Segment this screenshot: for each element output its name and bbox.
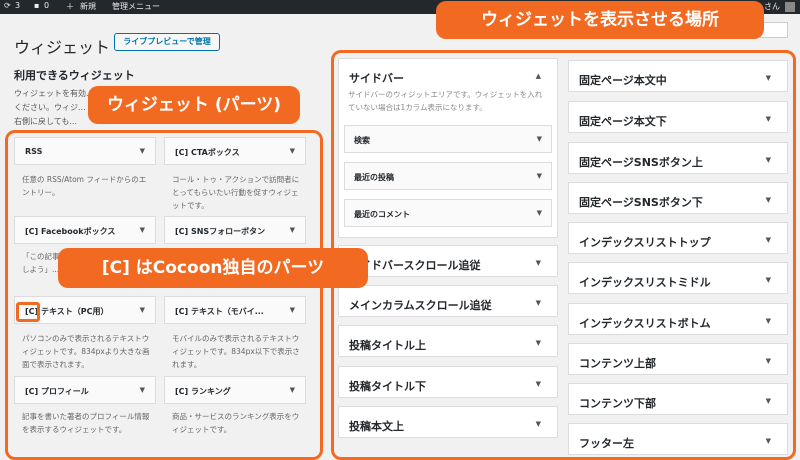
comments-count[interactable]: 0 — [44, 1, 49, 10]
available-widgets-title: 利用できるウィジェット — [14, 69, 135, 82]
user-greeting[interactable]: さん — [764, 1, 780, 12]
cocoon-prefix-highlight — [16, 302, 40, 322]
new-plus-icon[interactable]: ＋ — [66, 1, 74, 12]
callout-cocoon-parts: [C] はCocoon独自のパーツ — [58, 248, 368, 288]
updates-count[interactable]: 3 — [15, 1, 20, 10]
comments-icon[interactable]: ▪ — [34, 1, 39, 10]
new-link[interactable]: 新規 — [80, 1, 96, 12]
updates-icon[interactable]: ⟳ — [4, 1, 11, 10]
callout-widget-parts: ウィジェット (パーツ) — [88, 86, 300, 124]
avatar[interactable] — [785, 2, 795, 12]
widget-areas-highlight — [331, 50, 796, 460]
callout-display-area: ウィジェットを表示させる場所 — [436, 1, 764, 39]
available-widgets-highlight — [5, 130, 323, 460]
page-title: ウィジェット — [14, 38, 111, 57]
screen-options-select[interactable] — [760, 22, 788, 38]
admin-menu-link[interactable]: 管理メニュー — [112, 1, 160, 12]
live-preview-button[interactable]: ライブプレビューで管理 — [114, 33, 220, 51]
